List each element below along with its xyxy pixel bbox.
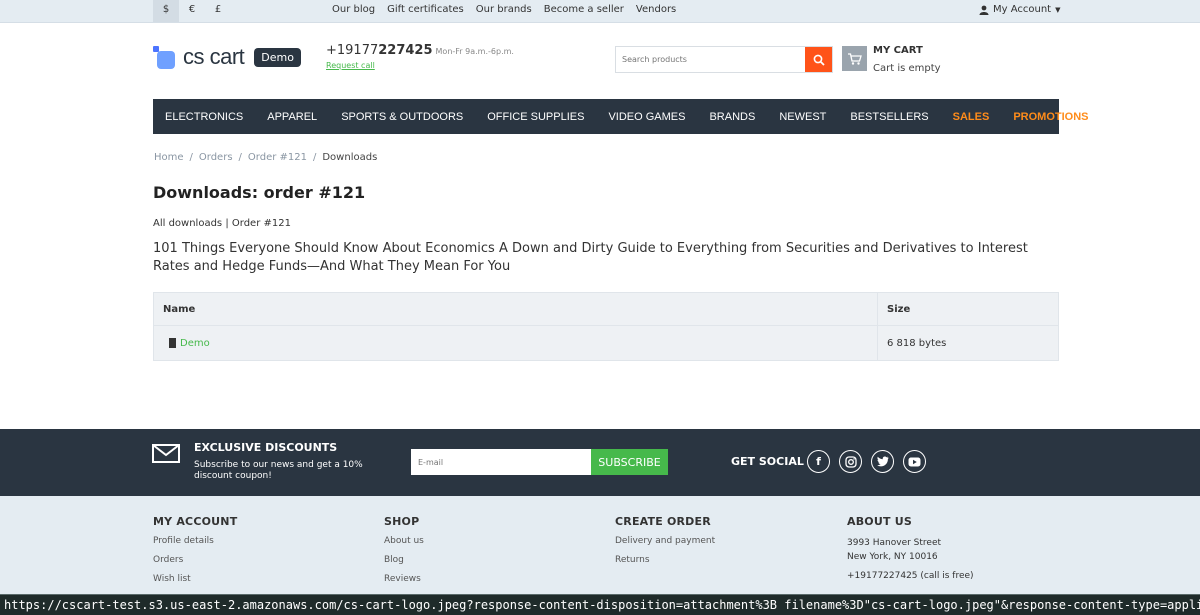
phone-number: +19177227425 Mon-Fr 9a.m.-6p.m. <box>326 43 514 58</box>
envelope-icon <box>152 444 180 463</box>
cart-button[interactable] <box>842 46 867 71</box>
email-field[interactable] <box>411 449 591 475</box>
currency-gbp[interactable]: £ <box>205 0 231 22</box>
exclusive-discounts-title: EXCLUSIVE DISCOUNTS <box>194 441 338 454</box>
header-name: Name <box>154 293 878 325</box>
footer-link-delivery-payment[interactable]: Delivery and payment <box>615 536 715 546</box>
order-link[interactable]: Order #121 <box>232 218 291 229</box>
file-name-cell: Demo <box>154 326 878 360</box>
footer-link-wish-list[interactable]: Wish list <box>153 574 237 584</box>
downloads-subnav: All downloads | Order #121 <box>153 218 291 229</box>
link-become-seller[interactable]: Become a seller <box>544 4 624 15</box>
youtube-icon[interactable] <box>903 450 926 473</box>
request-call-link[interactable]: Request call <box>326 61 375 70</box>
nav-promotions[interactable]: PROMOTIONS <box>1013 111 1088 123</box>
facebook-icon[interactable]: f <box>807 450 830 473</box>
breadcrumb-separator: / <box>189 152 193 163</box>
instagram-icon[interactable] <box>839 450 862 473</box>
social-links: f <box>807 450 926 473</box>
table-header: Name Size <box>154 293 1058 326</box>
breadcrumb-separator: / <box>238 152 242 163</box>
currency-usd[interactable]: $ <box>153 0 179 22</box>
logo-text: cs cart <box>183 44 245 69</box>
my-account-menu[interactable]: My Account ▼ <box>979 4 1061 15</box>
top-bar: $ € £ Our blog Gift certificates Our bra… <box>0 0 1200 23</box>
footer-about-us: ABOUT US 3993 Hanover Street New York, N… <box>847 515 974 581</box>
file-icon <box>169 338 176 348</box>
table-row: Demo 6 818 bytes <box>154 326 1058 360</box>
nav-bestsellers[interactable]: BESTSELLERS <box>850 111 928 123</box>
nav-sports-outdoors[interactable]: SPORTS & OUTDOORS <box>341 111 463 123</box>
footer-link-profile-details[interactable]: Profile details <box>153 536 237 546</box>
my-account-label: My Account <box>993 4 1052 15</box>
demo-badge: Demo <box>254 47 301 67</box>
footer-link-blog[interactable]: Blog <box>384 555 424 565</box>
all-downloads-link[interactable]: All downloads <box>153 218 222 229</box>
currency-switcher: $ € £ <box>153 0 231 22</box>
exclusive-discounts-desc: Subscribe to our news and get a 10% disc… <box>194 460 363 481</box>
user-icon <box>979 5 989 15</box>
footer-address-line2: New York, NY 10016 <box>847 552 938 562</box>
search-input[interactable] <box>616 47 805 72</box>
link-gift-certificates[interactable]: Gift certificates <box>387 4 464 15</box>
link-vendors[interactable]: Vendors <box>636 4 676 15</box>
subscribe-band: EXCLUSIVE DISCOUNTS Subscribe to our new… <box>0 429 1200 496</box>
footer-create-order-title: CREATE ORDER <box>615 515 711 528</box>
footer-about-us-title: ABOUT US <box>847 515 912 528</box>
cart-status: Cart is empty <box>873 63 941 74</box>
nav-apparel[interactable]: APPAREL <box>267 111 317 123</box>
search-button[interactable] <box>805 47 832 72</box>
footer-link-about-us[interactable]: About us <box>384 536 424 546</box>
breadcrumb: Home / Orders / Order #121 / Downloads <box>154 152 377 163</box>
footer-phone: +19177227425 (call is free) <box>847 571 974 581</box>
phone-bold: 227425 <box>378 43 433 58</box>
breadcrumb-orders[interactable]: Orders <box>199 152 233 163</box>
logo-mark-icon <box>153 45 177 69</box>
footer-my-account: MY ACCOUNT Profile details Orders Wish l… <box>153 515 237 593</box>
top-links: Our blog Gift certificates Our brands Be… <box>332 4 676 15</box>
get-social-title: GET SOCIAL <box>731 455 804 468</box>
breadcrumb-home[interactable]: Home <box>154 152 184 163</box>
footer-link-returns[interactable]: Returns <box>615 555 715 565</box>
header-size: Size <box>887 303 911 315</box>
file-size-cell: 6 818 bytes <box>887 337 947 349</box>
breadcrumb-current: Downloads <box>322 152 378 163</box>
nav-newest[interactable]: NEWEST <box>779 111 826 123</box>
nav-electronics[interactable]: ELECTRONICS <box>165 111 243 123</box>
search-icon <box>813 54 825 66</box>
nav-video-games[interactable]: VIDEO GAMES <box>608 111 685 123</box>
twitter-icon[interactable] <box>871 450 894 473</box>
footer-shop: SHOP About us Blog Reviews <box>384 515 424 593</box>
page-title: Downloads: order #121 <box>153 183 366 202</box>
main-nav: ELECTRONICS APPAREL SPORTS & OUTDOORS OF… <box>153 99 1089 134</box>
breadcrumb-order[interactable]: Order #121 <box>248 152 307 163</box>
download-link[interactable]: Demo <box>180 338 210 349</box>
search-box <box>615 46 833 73</box>
nav-brands[interactable]: BRANDS <box>709 111 755 123</box>
phone-prefix: +19177 <box>326 43 379 58</box>
product-title: 101 Things Everyone Should Know About Ec… <box>153 241 1028 274</box>
footer-link-orders[interactable]: Orders <box>153 555 237 565</box>
footer-my-account-title: MY ACCOUNT <box>153 515 238 528</box>
link-our-brands[interactable]: Our brands <box>476 4 532 15</box>
nav-office-supplies[interactable]: OFFICE SUPPLIES <box>487 111 584 123</box>
currency-eur[interactable]: € <box>179 0 205 22</box>
nav-sales[interactable]: SALES <box>953 111 990 123</box>
footer-shop-title: SHOP <box>384 515 420 528</box>
downloads-table: Name Size Demo 6 818 bytes <box>153 292 1059 361</box>
site-logo[interactable]: cs cart Demo <box>153 43 301 71</box>
footer-create-order: CREATE ORDER Delivery and payment Return… <box>615 515 715 574</box>
cart-title[interactable]: MY CART <box>873 45 923 56</box>
subscribe-button[interactable]: SUBSCRIBE <box>591 449 668 475</box>
chevron-down-icon: ▼ <box>1055 5 1061 14</box>
link-our-blog[interactable]: Our blog <box>332 4 375 15</box>
cart-icon <box>847 52 862 65</box>
footer-address-line1: 3993 Hanover Street <box>847 538 942 548</box>
footer-link-reviews[interactable]: Reviews <box>384 574 424 584</box>
phone-hours: Mon-Fr 9a.m.-6p.m. <box>435 47 514 56</box>
browser-status-url: https://cscart-test.s3.us-east-2.amazona… <box>0 594 1200 615</box>
breadcrumb-separator: / <box>312 152 317 163</box>
